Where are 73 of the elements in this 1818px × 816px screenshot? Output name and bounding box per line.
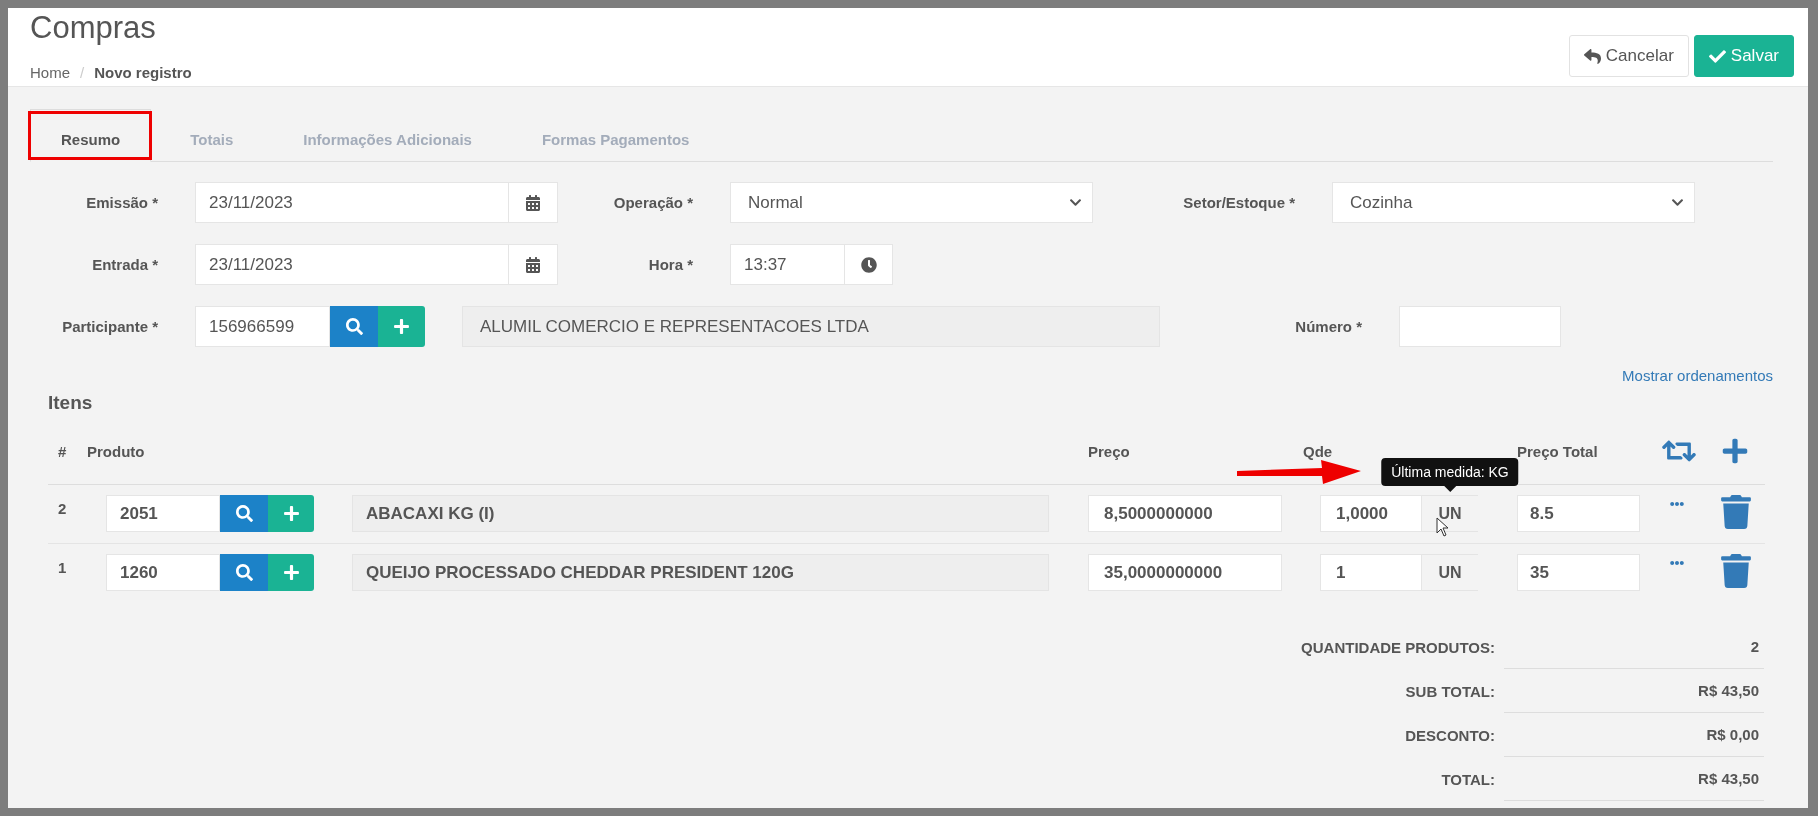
quantity-field[interactable]: 1 [1320, 554, 1422, 591]
search-icon [345, 318, 363, 335]
participant-code-field[interactable]: 156966599 [195, 306, 330, 347]
total-label: QUANTIDADE PRODUTOS: [1300, 637, 1496, 658]
number-field[interactable] [1399, 306, 1561, 347]
total-value: 2 [1504, 625, 1764, 669]
product-code-field[interactable]: 2051 [106, 495, 220, 532]
search-button[interactable] [220, 495, 268, 532]
total-value: R$ 0,00 [1504, 713, 1764, 757]
tooltip: Última medida: KG [1381, 458, 1519, 492]
column-header: Qde [1303, 442, 1334, 460]
select-field[interactable]: Cozinha [1332, 182, 1695, 223]
calendar-icon[interactable] [509, 182, 558, 223]
price-field[interactable]: 8,5000000000 [1088, 495, 1282, 532]
plus-icon [393, 318, 410, 335]
product-name-field: QUEIJO PROCESSADO CHEDDAR PRESIDENT 120G [352, 554, 1049, 591]
add-icon[interactable] [1721, 437, 1749, 465]
product-code-field[interactable]: 1260 [106, 554, 220, 591]
mouse-cursor-icon [1436, 517, 1450, 537]
page-title: Compras [30, 10, 157, 46]
breadcrumb-separator: / [80, 64, 85, 81]
column-header: Preço Total [1517, 442, 1599, 460]
field-label: Participante * [61, 318, 158, 335]
reply-icon [1583, 47, 1601, 65]
section-title: Itens [48, 392, 94, 414]
add-button[interactable] [268, 554, 314, 591]
column-header: Preço [1088, 442, 1131, 460]
search-icon [235, 505, 253, 522]
time-field[interactable]: 13:37 [730, 244, 845, 285]
chevron-down-icon [1671, 196, 1684, 209]
breadcrumb-item[interactable]: Home [30, 64, 70, 81]
add-button[interactable] [268, 495, 314, 532]
breadcrumb-item: Novo registro [94, 64, 192, 81]
cancel-button[interactable]: Cancelar [1568, 35, 1689, 77]
check-icon [1708, 47, 1726, 65]
tab[interactable]: Resumo [30, 109, 152, 162]
total-label: SUB TOTAL: [1404, 681, 1496, 702]
total-value: R$ 43,50 [1504, 757, 1764, 801]
date-field[interactable]: 23/11/2023 [195, 182, 509, 223]
field-label: Entrada * [91, 256, 158, 273]
delete-icon[interactable] [1719, 495, 1753, 529]
total-price-field[interactable]: 35 [1517, 554, 1640, 591]
price-field[interactable]: 35,0000000000 [1088, 554, 1282, 591]
clock-icon[interactable] [845, 244, 893, 285]
add-button[interactable] [378, 306, 425, 347]
column-header: Produto [87, 442, 146, 460]
total-value: R$ 43,50 [1504, 669, 1764, 713]
delete-icon[interactable] [1719, 554, 1753, 588]
row-number: 2 [57, 499, 68, 517]
date-field[interactable]: 23/11/2023 [195, 244, 509, 285]
total-price-field[interactable]: 8.5 [1517, 495, 1640, 532]
plus-icon [282, 505, 300, 522]
column-header: # [57, 442, 68, 460]
participant-name-field: ALUMIL COMERCIO E REPRESENTACOES LTDA [462, 306, 1160, 347]
field-label: Emissão * [85, 194, 158, 211]
total-label: TOTAL: [1440, 769, 1496, 790]
field-label: Número * [1294, 318, 1362, 335]
unit-label: UN [1422, 554, 1478, 591]
field-label: Hora * [647, 256, 693, 273]
search-icon [235, 564, 253, 581]
quantity-field[interactable]: 1,0000 [1320, 495, 1422, 532]
field-label: Operação * [612, 194, 693, 211]
select-field[interactable]: Normal [730, 182, 1093, 223]
show-sorting-link[interactable]: Mostrar ordenamentos [1622, 367, 1773, 384]
plus-icon [282, 564, 300, 581]
calendar-icon[interactable] [509, 244, 558, 285]
field-label: Setor/Estoque * [1182, 194, 1295, 211]
search-button[interactable] [330, 306, 378, 347]
row-number: 1 [57, 558, 68, 576]
chevron-down-icon [1069, 196, 1082, 209]
total-label: DESCONTO: [1404, 725, 1496, 746]
search-button[interactable] [220, 554, 268, 591]
product-name-field: ABACAXI KG (I) [352, 495, 1049, 532]
